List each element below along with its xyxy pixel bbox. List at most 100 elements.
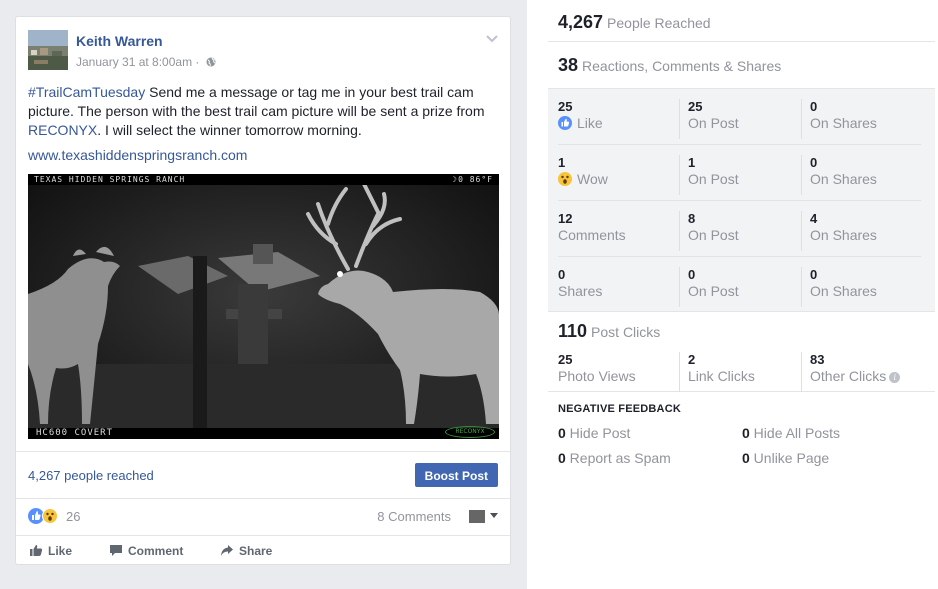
- metric-label: Other Clicks i: [810, 367, 921, 385]
- metric-value: 25: [688, 99, 703, 114]
- engagement-label: Reactions, Comments & Shares: [582, 58, 782, 74]
- metric-cell: 8 On Post: [679, 211, 799, 251]
- metric-label: On Post: [688, 283, 739, 299]
- thumbs-up-icon: [29, 544, 43, 557]
- metrics-row-likes: 25 Like 25 On Post 0 On Shares: [548, 89, 935, 145]
- post-clicks-value: 110: [558, 321, 588, 341]
- metric-value: 25: [558, 99, 573, 114]
- reactions-summary: 26 8 Comments: [28, 507, 500, 527]
- metric-label-text: Other Clicks: [810, 368, 887, 384]
- metric-label: On Post: [688, 115, 739, 131]
- wow-reaction-icon: [42, 508, 58, 524]
- reaction-icons[interactable]: [28, 507, 64, 525]
- post-photo[interactable]: TEXAS HIDDEN SPRINGS RANCH ☽0 86°F HC600…: [28, 174, 499, 439]
- camera-temp-label: ☽0 86°F: [452, 175, 493, 184]
- comments-count-link[interactable]: 8 Comments: [377, 509, 451, 524]
- post-clicks-breakdown: 25 Photo Views 2 Link Clicks 83 Other Cl…: [548, 352, 935, 392]
- comment-button[interactable]: Comment: [109, 543, 183, 559]
- metric-label: On Shares: [810, 283, 877, 299]
- metric-value: 1: [688, 155, 696, 170]
- metric-cell: 0 On Shares: [801, 99, 921, 139]
- people-reached-label: People Reached: [607, 15, 711, 31]
- post-insights-pane: 4,267 People Reached 38 Reactions, Comment…: [548, 0, 938, 589]
- post-timestamp[interactable]: January 31 at 8:00am ·: [76, 55, 216, 69]
- metric-cell: 0 On Post: [679, 267, 799, 307]
- metric-cell: 25 Like: [558, 99, 678, 139]
- metric-cell: 2 Link Clicks: [679, 352, 799, 392]
- camera-overlay-top: TEXAS HIDDEN SPRINGS RANCH ☽0 86°F: [28, 174, 499, 185]
- caret-down-icon[interactable]: [490, 513, 498, 518]
- negative-value: 0: [558, 450, 566, 466]
- engagement-stat: 38 Reactions, Comments & Shares: [558, 55, 781, 76]
- author-name[interactable]: Keith Warren: [76, 33, 163, 49]
- metric-cell: 25 On Post: [679, 99, 799, 139]
- metric-cell: 1 On Post: [679, 155, 799, 195]
- people-reached-link[interactable]: 4,267 people reached: [28, 468, 154, 483]
- metrics-row-wow: 1 Wow 1 On Post 0 On Shares: [548, 145, 935, 201]
- camera-model-label: HC600 COVERT: [36, 428, 114, 438]
- metric-label: On Post: [688, 227, 739, 243]
- metric-label-text: Wow: [577, 171, 608, 187]
- post-message-part2: . I will select the winner tomorrow morn…: [97, 122, 362, 138]
- post-preview-pane: Keith Warren January 31 at 8:00am · #Tra…: [0, 0, 527, 589]
- metric-value: 25: [558, 352, 573, 367]
- metric-label: Link Clicks: [688, 368, 755, 384]
- metric-cell: 83 Other Clicks i: [801, 352, 921, 392]
- reach-row: 4,267 people reached Boost Post: [16, 451, 510, 499]
- metric-cell: 4 On Shares: [801, 211, 921, 251]
- share-button[interactable]: Share: [220, 543, 272, 559]
- engagement-breakdown-grid: 25 Like 25 On Post 0 On Shares 1 Wow 1 O…: [548, 88, 935, 312]
- post-url-link[interactable]: www.texashiddenspringsranch.com: [28, 147, 247, 163]
- comment-button-label: Comment: [128, 544, 184, 558]
- people-reached-value: 4,267: [558, 12, 604, 32]
- chevron-down-icon[interactable]: [486, 31, 498, 43]
- metric-cell: 0 On Shares: [801, 267, 921, 307]
- metric-label: On Shares: [810, 171, 877, 187]
- like-button[interactable]: Like: [29, 543, 72, 559]
- metric-label: Shares: [558, 283, 603, 299]
- post-clicks-stat: 110 Post Clicks: [558, 321, 660, 342]
- negative-value: 0: [742, 425, 750, 441]
- metrics-row-shares: 0 Shares 0 On Post 0 On Shares: [548, 257, 935, 313]
- negative-feedback-heading: NEGATIVE FEEDBACK: [558, 403, 681, 415]
- metric-value: 0: [810, 267, 818, 282]
- metric-value: 0: [558, 267, 566, 282]
- post-message: #TrailCamTuesday Send me a message or ta…: [28, 83, 500, 140]
- negative-hide-post: 0 Hide Post: [558, 425, 630, 441]
- metric-value: 0: [810, 155, 818, 170]
- negative-unlike-page: 0 Unlike Page: [742, 450, 829, 466]
- like-button-label: Like: [48, 544, 73, 558]
- metric-cell: 12 Comments: [558, 211, 678, 251]
- metric-value: 0: [688, 267, 696, 282]
- metric-cell: 0 On Shares: [801, 155, 921, 195]
- share-button-label: Share: [239, 544, 273, 558]
- engagement-value: 38: [558, 55, 579, 75]
- metric-label-text: Like: [577, 115, 603, 131]
- negative-hide-all-posts: 0 Hide All Posts: [742, 425, 840, 441]
- trail-cam-image: [28, 174, 499, 439]
- metrics-row-comments: 12 Comments 8 On Post 4 On Shares: [548, 201, 935, 257]
- metric-cell: 0 Shares: [558, 267, 678, 307]
- hashtag-link[interactable]: #TrailCamTuesday: [28, 84, 145, 100]
- mention-link[interactable]: RECONYX: [28, 122, 97, 138]
- info-icon[interactable]: i: [889, 372, 901, 383]
- page-avatar-selector-icon[interactable]: [469, 510, 485, 523]
- timestamp-text: January 31 at 8:00am ·: [76, 55, 203, 69]
- camera-overlay-bottom: HC600 COVERT RECONYX: [28, 426, 499, 439]
- metric-label: On Shares: [810, 227, 877, 243]
- metric-value: 8: [688, 211, 696, 226]
- negative-label: Hide Post: [565, 425, 631, 441]
- metric-value: 4: [810, 211, 818, 226]
- reaction-count[interactable]: 26: [66, 509, 80, 524]
- metric-value: 83: [810, 352, 825, 367]
- metric-label: Comments: [558, 227, 626, 243]
- camera-brand-logo: RECONYX: [445, 426, 495, 438]
- people-reached-stat: 4,267 People Reached: [558, 12, 711, 33]
- boost-post-button[interactable]: Boost Post: [414, 463, 498, 487]
- author-avatar[interactable]: [28, 30, 68, 70]
- metric-cell: 25 Photo Views: [558, 352, 678, 392]
- negative-label: Report as Spam: [565, 450, 671, 466]
- metric-value: 1: [558, 155, 566, 170]
- wow-reaction-icon: [558, 172, 572, 186]
- camera-ranch-label: TEXAS HIDDEN SPRINGS RANCH: [34, 175, 186, 184]
